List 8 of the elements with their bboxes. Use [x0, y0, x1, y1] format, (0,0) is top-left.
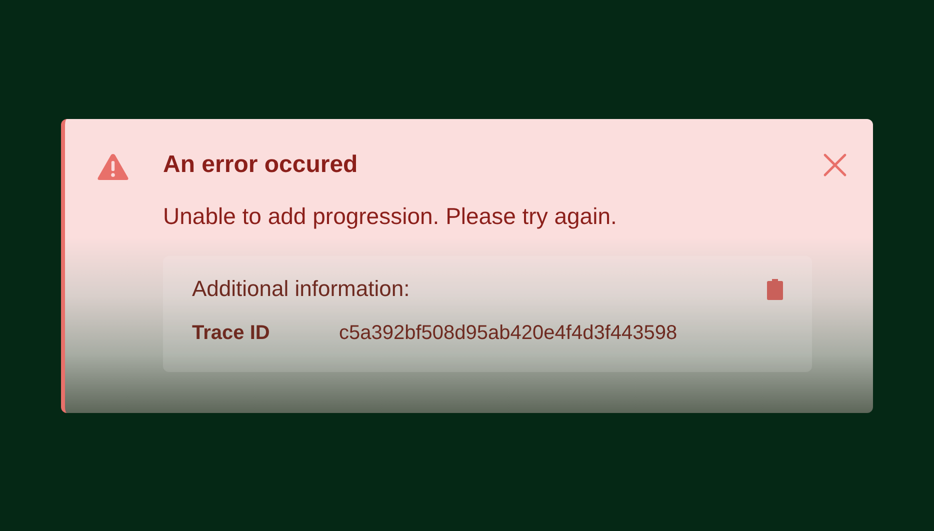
field-label: Trace ID [192, 322, 271, 344]
clipboard-icon[interactable] [766, 278, 784, 300]
warning-icon [97, 152, 129, 180]
close-icon[interactable] [823, 152, 847, 176]
info-heading: Additional information: [192, 276, 410, 302]
alert-title: An error occured [163, 150, 358, 178]
trace-id: c5a392bf508d95ab420e4f4d3f443598 [339, 322, 678, 344]
error-message: Unable to add progression. Please try again. [163, 202, 618, 230]
